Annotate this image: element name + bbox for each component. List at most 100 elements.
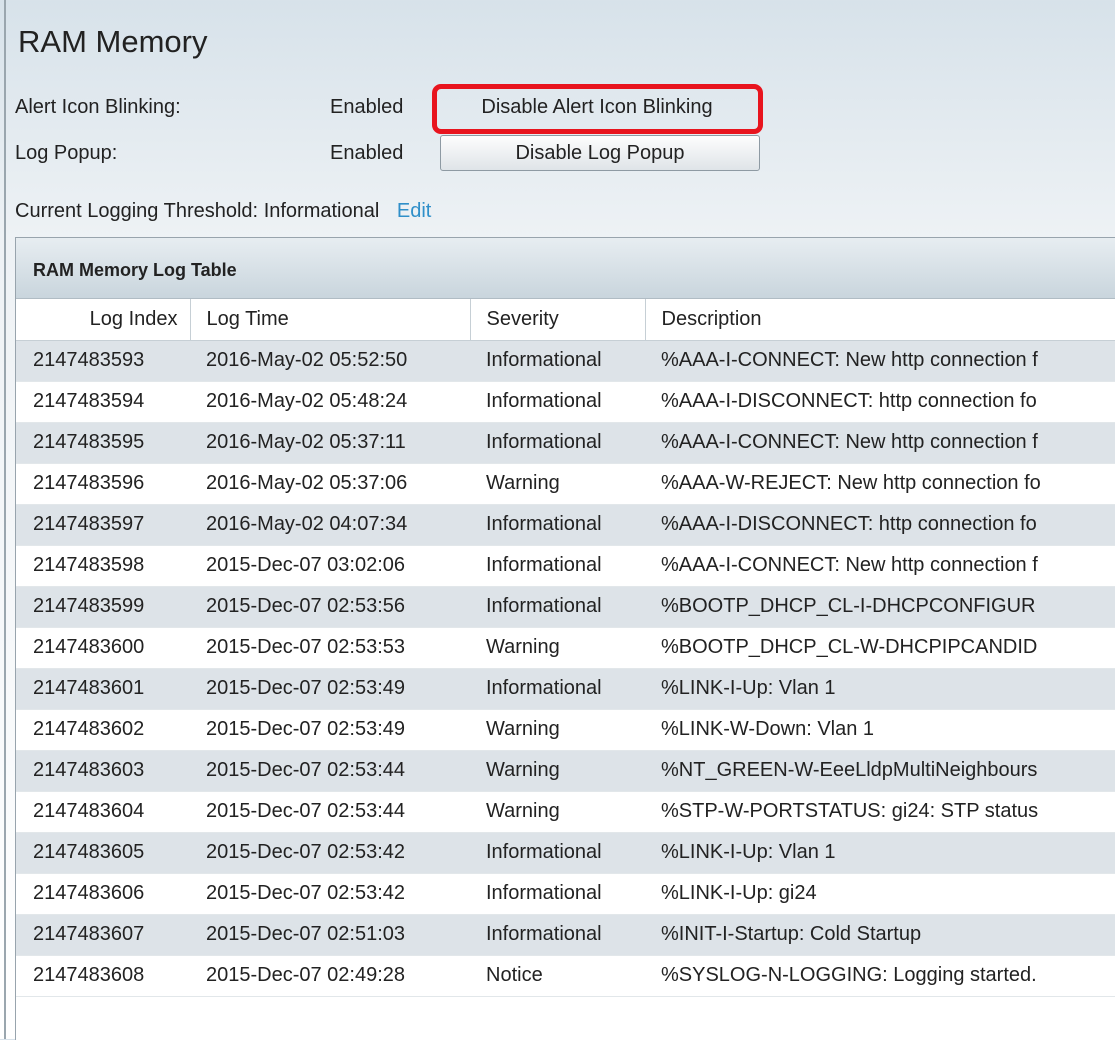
- cell-description: %AAA-I-CONNECT: New http connection f: [645, 545, 1115, 586]
- threshold-value: Informational: [263, 200, 380, 222]
- table-row[interactable]: 2147483595 2016-May-02 05:37:11 Informatio…: [16, 422, 1115, 463]
- cell-severity: Warning: [470, 791, 645, 832]
- cell-log-time: 2015-Dec-07 02:53:56: [190, 586, 470, 627]
- cell-description: %LINK-I-Up: Vlan 1: [645, 832, 1115, 873]
- table-row[interactable]: 2147483593 2016-May-02 05:52:50 Informatio…: [16, 340, 1115, 381]
- alert-icon-label: Alert Icon Blinking:: [15, 96, 181, 118]
- cell-log-time: 2015-Dec-07 02:53:49: [190, 668, 470, 709]
- cell-severity: Informational: [470, 545, 645, 586]
- cell-description: %AAA-W-REJECT: New http connection fo: [645, 463, 1115, 504]
- table-row[interactable]: 2147483608 2015-Dec-07 02:49:28 Notice %SYS…: [16, 955, 1115, 996]
- cell-log-time: 2016-May-02 05:52:50: [190, 340, 470, 381]
- cell-severity: Informational: [470, 504, 645, 545]
- threshold-label: Current Logging Threshold:: [15, 200, 259, 222]
- logging-threshold: Current Logging Threshold: Informational…: [15, 194, 431, 228]
- cell-log-time: 2015-Dec-07 02:53:42: [190, 873, 470, 914]
- table-row[interactable]: 2147483598 2015-Dec-07 03:02:06 Informatio…: [16, 545, 1115, 586]
- cell-log-time: 2016-May-02 05:37:06: [190, 463, 470, 504]
- cell-description: %AAA-I-CONNECT: New http connection f: [645, 422, 1115, 463]
- column-header-log-index[interactable]: Log Index: [16, 299, 191, 341]
- log-popup-status: Enabled: [330, 142, 404, 164]
- cell-severity: Warning: [470, 709, 645, 750]
- table-row[interactable]: 2147483605 2015-Dec-07 02:53:42 Informatio…: [16, 832, 1115, 873]
- ram-memory-page: RAM Memory Alert Icon Blinking: Enabled …: [0, 0, 1115, 1040]
- cell-severity: Warning: [470, 463, 645, 504]
- cell-log-index: 2147483596: [16, 463, 190, 504]
- cell-severity: Informational: [470, 668, 645, 709]
- cell-log-time: 2015-Dec-07 02:49:28: [190, 955, 470, 996]
- cell-log-index: 2147483594: [16, 381, 190, 422]
- cell-severity: Informational: [470, 873, 645, 914]
- table-header-row: Log Index Log Time Severity Description: [16, 299, 1115, 341]
- cell-log-index: 2147483608: [16, 955, 190, 996]
- cell-severity: Warning: [470, 750, 645, 791]
- log-table-grid: Log Index Log Time Severity Description …: [16, 299, 1115, 997]
- cell-log-index: 2147483607: [16, 914, 190, 955]
- cell-log-time: 2015-Dec-07 02:53:42: [190, 832, 470, 873]
- table-row[interactable]: 2147483602 2015-Dec-07 02:53:49 Warning %LI…: [16, 709, 1115, 750]
- cell-log-index: 2147483597: [16, 504, 190, 545]
- cell-log-time: 2016-May-02 04:07:34: [190, 504, 470, 545]
- cell-log-time: 2016-May-02 05:48:24: [190, 381, 470, 422]
- cell-description: %AAA-I-DISCONNECT: http connection fo: [645, 504, 1115, 545]
- cell-log-index: 2147483601: [16, 668, 190, 709]
- cell-severity: Notice: [470, 955, 645, 996]
- cell-log-time: 2015-Dec-07 02:53:44: [190, 750, 470, 791]
- cell-severity: Informational: [470, 422, 645, 463]
- cell-log-index: 2147483604: [16, 791, 190, 832]
- log-table: RAM Memory Log Table Log Index Log Time …: [15, 237, 1115, 1040]
- cell-description: %SYSLOG-N-LOGGING: Logging started.: [645, 955, 1115, 996]
- cell-description: %BOOTP_DHCP_CL-W-DHCPIPCANDID: [645, 627, 1115, 668]
- cell-log-time: 2015-Dec-07 02:53:49: [190, 709, 470, 750]
- log-popup-row: Log Popup: Enabled Disable Log Popup: [15, 133, 775, 173]
- cell-severity: Informational: [470, 340, 645, 381]
- cell-log-time: 2016-May-02 05:37:11: [190, 422, 470, 463]
- cell-log-index: 2147483605: [16, 832, 190, 873]
- table-row[interactable]: 2147483604 2015-Dec-07 02:53:44 Warning %ST…: [16, 791, 1115, 832]
- cell-description: %AAA-I-DISCONNECT: http connection fo: [645, 381, 1115, 422]
- cell-log-time: 2015-Dec-07 02:53:53: [190, 627, 470, 668]
- log-popup-label: Log Popup:: [15, 142, 118, 164]
- edit-threshold-link[interactable]: Edit: [397, 200, 431, 222]
- disable-log-popup-button[interactable]: Disable Log Popup: [440, 135, 760, 171]
- column-header-severity[interactable]: Severity: [470, 299, 646, 341]
- cell-log-index: 2147483603: [16, 750, 190, 791]
- cell-log-time: 2015-Dec-07 03:02:06: [190, 545, 470, 586]
- cell-log-time: 2015-Dec-07 02:51:03: [190, 914, 470, 955]
- table-row[interactable]: 2147483600 2015-Dec-07 02:53:53 Warning %BO…: [16, 627, 1115, 668]
- page-title: RAM Memory: [18, 24, 208, 59]
- cell-severity: Informational: [470, 832, 645, 873]
- cell-log-index: 2147483593: [16, 340, 190, 381]
- table-row[interactable]: 2147483601 2015-Dec-07 02:53:49 Informatio…: [16, 668, 1115, 709]
- cell-log-index: 2147483600: [16, 627, 190, 668]
- cell-description: %LINK-I-Up: Vlan 1: [645, 668, 1115, 709]
- table-row[interactable]: 2147483603 2015-Dec-07 02:53:44 Warning %NT…: [16, 750, 1115, 791]
- table-row[interactable]: 2147483599 2015-Dec-07 02:53:56 Informatio…: [16, 586, 1115, 627]
- cell-severity: Informational: [470, 914, 645, 955]
- column-header-description[interactable]: Description: [645, 299, 1115, 341]
- cell-description: %STP-W-PORTSTATUS: gi24: STP status: [645, 791, 1115, 832]
- alert-icon-status: Enabled: [330, 96, 404, 118]
- table-row[interactable]: 2147483596 2016-May-02 05:37:06 Warning %AA…: [16, 463, 1115, 504]
- table-row[interactable]: 2147483597 2016-May-02 04:07:34 Informatio…: [16, 504, 1115, 545]
- cell-description: %INIT-I-Startup: Cold Startup: [645, 914, 1115, 955]
- cell-log-index: 2147483599: [16, 586, 190, 627]
- highlight-box: [432, 84, 763, 134]
- cell-log-index: 2147483606: [16, 873, 190, 914]
- cell-severity: Warning: [470, 627, 645, 668]
- cell-log-index: 2147483595: [16, 422, 190, 463]
- left-border: [4, 0, 6, 1039]
- cell-log-index: 2147483598: [16, 545, 190, 586]
- cell-description: %AAA-I-CONNECT: New http connection f: [645, 340, 1115, 381]
- cell-severity: Informational: [470, 381, 645, 422]
- cell-log-time: 2015-Dec-07 02:53:44: [190, 791, 470, 832]
- table-row[interactable]: 2147483606 2015-Dec-07 02:53:42 Informatio…: [16, 873, 1115, 914]
- log-table-body: 2147483593 2016-May-02 05:52:50 Informatio…: [16, 340, 1115, 996]
- table-row[interactable]: 2147483607 2015-Dec-07 02:51:03 Informatio…: [16, 914, 1115, 955]
- cell-log-index: 2147483602: [16, 709, 190, 750]
- column-header-log-time[interactable]: Log Time: [190, 299, 471, 341]
- log-table-caption: RAM Memory Log Table: [16, 238, 1115, 299]
- cell-description: %LINK-W-Down: Vlan 1: [645, 709, 1115, 750]
- cell-severity: Informational: [470, 586, 645, 627]
- table-row[interactable]: 2147483594 2016-May-02 05:48:24 Informatio…: [16, 381, 1115, 422]
